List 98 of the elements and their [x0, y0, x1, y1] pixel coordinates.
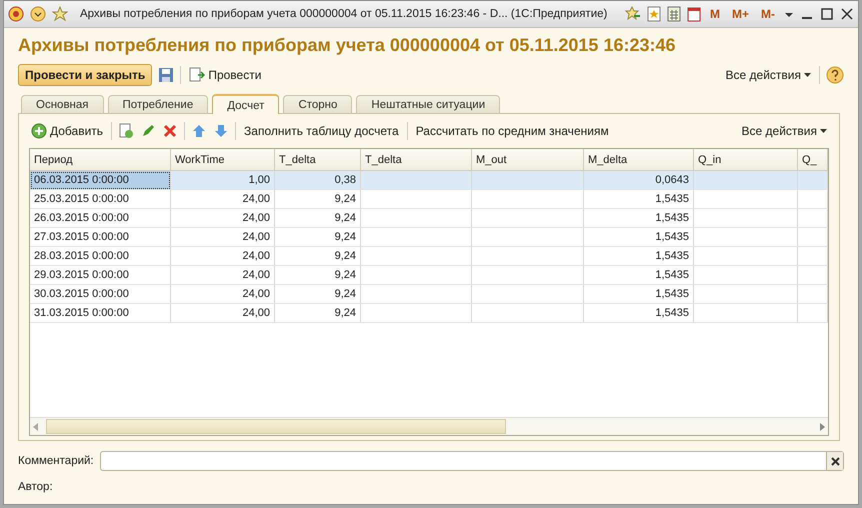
close-icon[interactable] [840, 7, 854, 21]
table-cell: 28.03.2015 0:00:00 [30, 247, 171, 266]
column-header[interactable]: M_out [472, 149, 584, 171]
column-header[interactable]: Q_ [798, 149, 828, 171]
delete-icon[interactable] [162, 123, 178, 139]
table-cell: 9,24 [275, 190, 361, 209]
table-cell: 24,00 [171, 190, 275, 209]
table-cell: 1,5435 [584, 266, 694, 285]
table-cell: 06.03.2015 0:00:00 [30, 171, 171, 190]
post-button[interactable]: Провести [187, 67, 264, 83]
table-cell: 29.03.2015 0:00:00 [30, 266, 171, 285]
column-header[interactable]: M_delta [584, 149, 694, 171]
column-header[interactable]: T_delta [275, 149, 361, 171]
tab[interactable]: Нештатные ситуации [356, 95, 500, 113]
table-cell: 0,0643 [584, 171, 694, 190]
copy-icon[interactable] [118, 123, 134, 139]
document-heading: Архивы потребления по приборам учета 000000004 от 05.11.2015 16:23:46 [17, 34, 677, 57]
up-arrow-icon[interactable] [191, 123, 208, 139]
comment-label: Комментарий: [18, 455, 94, 467]
column-header[interactable]: Период [30, 149, 171, 171]
table-cell: 1,5435 [584, 304, 694, 323]
table-cell: 30.03.2015 0:00:00 [30, 285, 171, 304]
column-header[interactable]: WorkTime [171, 149, 275, 171]
table-cell: 9,24 [275, 247, 361, 266]
horizontal-scrollbar[interactable] [30, 417, 828, 435]
table-row[interactable]: 27.03.2015 0:00:00 24,00 9,24 1,5435 [30, 228, 828, 247]
caret-icon [804, 72, 811, 78]
tab[interactable]: Сторно [283, 95, 352, 113]
plus-icon [31, 123, 47, 139]
table-cell [798, 228, 828, 247]
calendar-icon[interactable] [686, 6, 701, 22]
table-cell: 9,24 [275, 266, 361, 285]
all-actions-menu[interactable]: Все действия [724, 68, 813, 82]
memory-button[interactable]: M [710, 7, 720, 21]
document-arrow-icon [189, 67, 206, 83]
table-cell: 24,00 [171, 285, 275, 304]
table-cell: 1,5435 [584, 247, 694, 266]
table-cell: 9,24 [275, 209, 361, 228]
pencil-icon[interactable] [140, 123, 156, 139]
fill-table-button[interactable]: Заполнить таблицу досчета [242, 124, 401, 138]
app-logo-icon[interactable] [8, 6, 24, 22]
add-button[interactable]: Добавить [29, 123, 106, 139]
column-header[interactable]: Q_in [694, 149, 798, 171]
caret-icon [820, 128, 827, 134]
table-cell [798, 247, 828, 266]
table-cell: 24,00 [171, 228, 275, 247]
table-cell [798, 190, 828, 209]
close-icon [830, 456, 840, 466]
table-cell: 1,5435 [584, 190, 694, 209]
table-cell: 27.03.2015 0:00:00 [30, 228, 171, 247]
memory-button[interactable]: M- [761, 7, 775, 21]
table-cell: 1,5435 [584, 228, 694, 247]
save-icon[interactable] [158, 67, 174, 83]
table-cell: 24,00 [171, 304, 275, 323]
table-row[interactable]: 28.03.2015 0:00:00 24,00 9,24 1,5435 [30, 247, 828, 266]
table-cell: 9,24 [275, 285, 361, 304]
tab[interactable]: Основная [21, 95, 104, 113]
table-row[interactable]: 26.03.2015 0:00:00 24,00 9,24 1,5435 [30, 209, 828, 228]
table-cell: 1,5435 [584, 209, 694, 228]
table-cell: 24,00 [171, 247, 275, 266]
calculator-icon[interactable] [666, 6, 681, 22]
table-cell: 1,00 [171, 171, 275, 190]
table-cell: 25.03.2015 0:00:00 [30, 190, 171, 209]
table-cell: 31.03.2015 0:00:00 [30, 304, 171, 323]
memory-button[interactable]: M+ [732, 7, 749, 21]
table-row[interactable]: 30.03.2015 0:00:00 24,00 9,24 1,5435 [30, 285, 828, 304]
table-row[interactable]: 31.03.2015 0:00:00 24,00 9,24 1,5435 [30, 304, 828, 323]
star-icon[interactable] [52, 6, 68, 22]
table-cell [798, 171, 828, 190]
table-row[interactable]: 06.03.2015 0:00:00 1,00 0,38 0,0643 [30, 171, 828, 190]
table-cell: 24,00 [171, 266, 275, 285]
down-arrow-icon[interactable] [213, 123, 230, 139]
post-and-close-button[interactable]: Провести и закрыть [18, 64, 152, 86]
table-cell: 9,24 [275, 228, 361, 247]
table-cell [798, 304, 828, 323]
help-icon[interactable] [826, 66, 844, 84]
table-row[interactable]: 25.03.2015 0:00:00 24,00 9,24 1,5435 [30, 190, 828, 209]
table-cell: 1,5435 [584, 285, 694, 304]
author-label: Автор: [18, 481, 53, 493]
column-header[interactable]: T_delta [361, 149, 472, 171]
table-cell: 0,38 [275, 171, 361, 190]
table-cell [798, 209, 828, 228]
table-cell: 24,00 [171, 209, 275, 228]
table-cell: 9,24 [275, 304, 361, 323]
comment-field[interactable] [100, 451, 844, 471]
tab[interactable]: Досчет [212, 94, 280, 114]
all-actions-menu[interactable]: Все действия [740, 124, 829, 138]
calculate-average-button[interactable]: Рассчитать по средним значениям [414, 124, 611, 138]
table-cell: 26.03.2015 0:00:00 [30, 209, 171, 228]
bookmark-icon[interactable] [646, 6, 661, 22]
clear-button[interactable] [826, 452, 843, 470]
table-row[interactable]: 29.03.2015 0:00:00 24,00 9,24 1,5435 [30, 266, 828, 285]
table-cell [798, 285, 828, 304]
tab[interactable]: Потребление [108, 95, 208, 113]
maximize-icon[interactable] [820, 7, 834, 21]
window-title: Архивы потребления по приборам учета 000000004 от 05.11.2015 16:23:46 - D... (1С:Предприятие) [80, 8, 608, 20]
table-cell [798, 266, 828, 285]
dropdown-icon[interactable] [30, 6, 46, 22]
